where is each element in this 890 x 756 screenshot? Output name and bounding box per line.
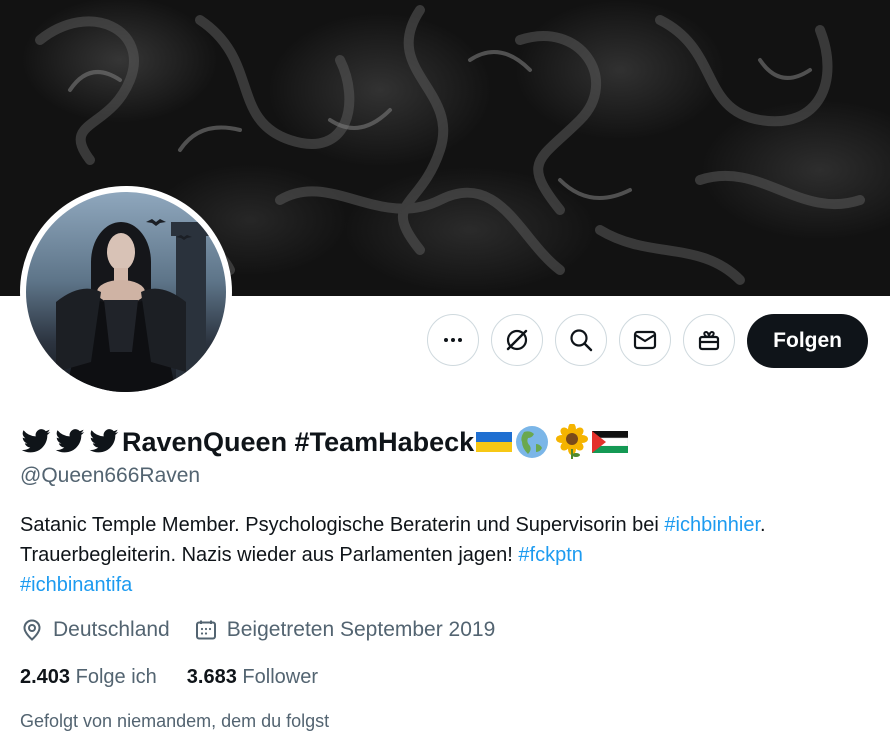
more-icon	[444, 338, 463, 342]
grok-button[interactable]	[491, 314, 544, 366]
twitter-bird-icon	[55, 429, 85, 453]
gift-icon	[699, 330, 720, 351]
bio-text: Satanic Temple Member. Psychologische Be…	[20, 514, 665, 536]
ukraine-flag	[476, 432, 513, 452]
following-count: 2.403	[20, 666, 71, 688]
followers-label: Follower	[242, 666, 318, 688]
join-date-text: Beigetreten September 2019	[226, 618, 496, 641]
calendar-icon	[195, 620, 216, 640]
avatar-image	[26, 192, 226, 392]
twitter-bird-icon	[89, 429, 119, 453]
search-button[interactable]	[555, 314, 608, 366]
location-text: Deutschland	[53, 618, 170, 641]
profile-avatar[interactable]	[20, 186, 232, 398]
location: Deutschland	[20, 618, 170, 642]
followers-count: 3.683	[186, 666, 237, 688]
profile-handle: @Queen666Raven	[20, 464, 201, 487]
join-date: Beigetreten September 2019	[194, 618, 496, 642]
search-icon	[570, 329, 593, 352]
hashtag-link[interactable]: #ichbinantifa	[20, 574, 132, 596]
followed-by-text: Gefolgt von niemandem, dem du folgst	[20, 711, 330, 731]
location-pin-icon	[23, 619, 41, 641]
profile-actions: Folgen	[427, 314, 868, 368]
following-link[interactable]: 2.403 Folge ich	[20, 666, 157, 689]
profile-meta: Deutschland Beigetreten September 2019	[20, 618, 519, 642]
message-button[interactable]	[619, 314, 672, 366]
more-button[interactable]	[427, 314, 480, 366]
profile-bio: Satanic Temple Member. Psychologische Be…	[20, 510, 840, 600]
envelope-icon	[634, 330, 657, 350]
sunflower	[556, 424, 589, 459]
grok-icon	[506, 329, 528, 351]
globe-americas	[516, 426, 549, 458]
followers-link[interactable]: 3.683 Follower	[187, 666, 318, 689]
profile-stats: 2.403 Folge ich 3.683 Follower	[20, 666, 348, 689]
follow-button[interactable]: Folgen	[747, 314, 868, 368]
palestine-flag	[592, 431, 629, 453]
hashtag-link[interactable]: #fckptn	[518, 544, 582, 566]
following-label: Folge ich	[75, 666, 157, 688]
hashtag-link[interactable]: #ichbinhier	[664, 514, 760, 536]
twitter-bird-icon	[21, 429, 51, 453]
display-name: RavenQueen #TeamHabeck	[20, 424, 629, 460]
gift-button[interactable]	[683, 314, 736, 366]
display-name-text: RavenQueen #TeamHabeck	[122, 426, 475, 457]
